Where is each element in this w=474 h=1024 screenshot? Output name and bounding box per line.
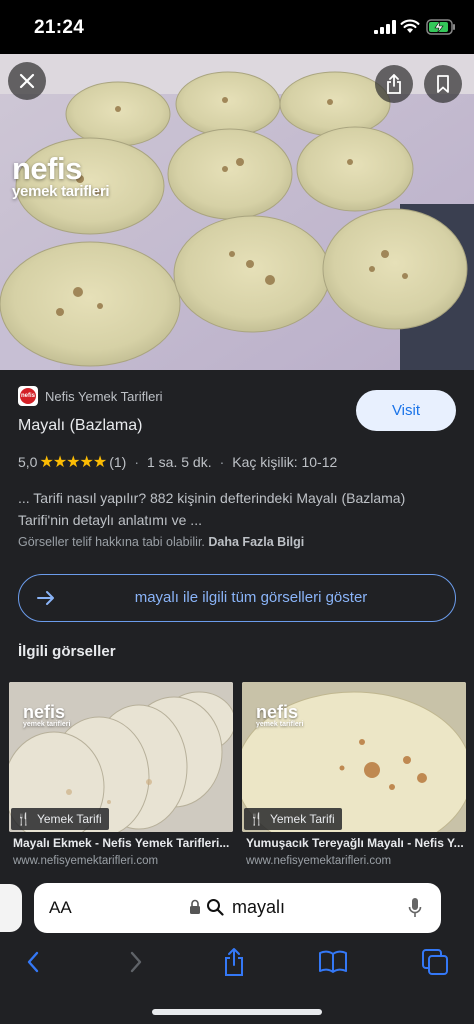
card-logo-main: nefis	[23, 702, 66, 722]
back-icon	[27, 951, 39, 973]
share-page-button[interactable]	[219, 947, 249, 977]
wifi-icon	[400, 19, 420, 33]
forward-button[interactable]	[121, 947, 151, 977]
microphone-icon[interactable]	[408, 897, 422, 919]
card-logo: nefis yemek tarifleri	[256, 702, 304, 729]
rating-row: 5,0 ★★★★★ (1) · 1 sa. 5 dk. · Kaç kişili…	[18, 452, 337, 472]
tabs-icon	[422, 949, 448, 975]
source-row[interactable]: nefis Nefis Yemek Tarifleri	[18, 386, 163, 406]
card-logo-sub: yemek tarifleri	[23, 721, 71, 728]
duration: 1 sa. 5 dk.	[146, 454, 212, 470]
status-bar: 21:24	[0, 0, 474, 54]
signal-icon	[374, 20, 396, 34]
recipe-badge: 🍴 Yemek Tarifi	[244, 808, 342, 830]
separator-dot: ·	[134, 454, 139, 470]
close-icon	[19, 73, 35, 89]
rating-stars: ★★★★★	[39, 454, 107, 471]
fork-knife-icon: 🍴	[249, 812, 264, 826]
home-indicator	[152, 1009, 322, 1015]
servings: Kaç kişilik: 10-12	[232, 454, 338, 470]
search-icon	[207, 899, 224, 916]
more-info-link[interactable]: Daha Fazla Bilgi	[208, 535, 304, 549]
copyright-text: Görseller telif hakkına tabi olabilir.	[18, 535, 205, 549]
related-url: www.nefisyemektarifleri.com	[246, 855, 392, 867]
safari-toolbar: AA mayalı	[0, 875, 474, 1024]
share-icon	[387, 74, 401, 94]
previous-tab-peek[interactable]	[0, 884, 22, 932]
brand-logo-sub: yemek tarifleri	[12, 183, 110, 200]
bookmark-icon	[437, 75, 449, 93]
battery-charging-icon	[426, 19, 455, 35]
related-url: www.nefisyemektarifleri.com	[13, 855, 159, 867]
related-images-heading: İlgili görseller	[18, 643, 116, 660]
share-icon	[225, 948, 243, 976]
back-button[interactable]	[18, 947, 48, 977]
bread-photo	[0, 54, 474, 370]
badge-label: Yemek Tarifi	[36, 812, 102, 826]
recipe-badge: 🍴 Yemek Tarifi	[11, 808, 109, 830]
forward-icon	[130, 951, 142, 973]
copyright-row: Görseller telif hakkına tabi olabilir. D…	[18, 535, 304, 549]
visit-button[interactable]: Visit	[356, 390, 456, 431]
result-title[interactable]: Mayalı (Bazlama)	[18, 417, 142, 435]
related-caption[interactable]: Yumuşacık Tereyağlı Mayalı - Nefis Y...	[246, 836, 472, 850]
brand-logo-main: nefis	[12, 151, 82, 186]
rating-count: (1)	[109, 454, 127, 470]
rating-value: 5,0	[18, 454, 38, 470]
tabs-button[interactable]	[420, 947, 450, 977]
image-info-panel: nefis Nefis Yemek Tarifleri Visit Mayalı…	[0, 370, 474, 875]
show-all-label: mayalı ile ilgili tüm görselleri göster	[134, 589, 368, 606]
hero-image[interactable]: nefis yemek tarifleri	[0, 54, 474, 370]
share-button[interactable]	[375, 65, 413, 103]
card-logo-main: nefis	[256, 702, 299, 722]
related-image-card[interactable]: nefis yemek tarifleri 🍴 Yemek Tarifi	[242, 682, 466, 832]
close-button[interactable]	[8, 62, 46, 100]
bookmark-button[interactable]	[424, 65, 462, 103]
badge-label: Yemek Tarifi	[269, 812, 335, 826]
related-caption[interactable]: Mayalı Ekmek - Nefis Yemek Tarifleri...	[13, 836, 239, 850]
site-favicon: nefis	[18, 386, 38, 406]
reader-settings-button[interactable]: AA	[49, 898, 72, 918]
source-name: Nefis Yemek Tarifleri	[45, 388, 163, 404]
fork-knife-icon: 🍴	[16, 812, 31, 826]
favicon-text: nefis	[20, 388, 36, 404]
brand-logo: nefis yemek tarifleri	[12, 151, 110, 200]
bookmarks-button[interactable]	[318, 947, 348, 977]
lock-icon	[190, 899, 200, 914]
related-image-card[interactable]: nefis yemek tarifleri 🍴 Yemek Tarifi	[9, 682, 233, 832]
card-logo: nefis yemek tarifleri	[23, 702, 71, 729]
separator-dot: ·	[219, 454, 225, 470]
bookmarks-icon	[319, 950, 347, 973]
show-all-images-button[interactable]: mayalı ile ilgili tüm görselleri göster	[18, 574, 456, 622]
address-text: mayalı	[232, 897, 286, 917]
status-time: 21:24	[34, 17, 85, 38]
address-bar[interactable]: AA mayalı	[34, 883, 441, 933]
result-description: ... Tarifi nasıl yapılır? 882 kişinin de…	[18, 490, 406, 528]
card-logo-sub: yemek tarifleri	[256, 721, 304, 728]
